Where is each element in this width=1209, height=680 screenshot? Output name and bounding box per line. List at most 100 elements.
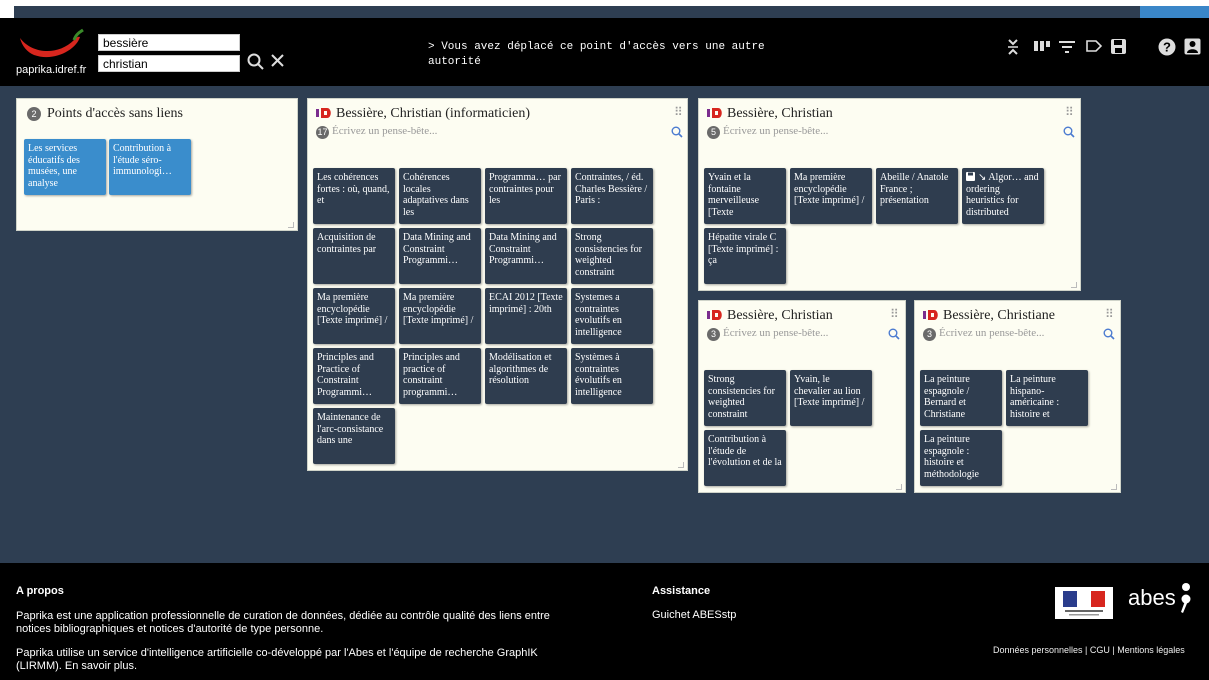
resize-handle[interactable] [1071, 282, 1077, 288]
user-icon[interactable] [1184, 38, 1202, 56]
record-card[interactable]: Strong consistencies for weighted constr… [571, 228, 653, 284]
record-card[interactable]: Systèmes à contraintes évolutifs en inte… [571, 348, 653, 404]
about-text-ai[interactable]: Paprika utilise un service d'intelligenc… [16, 647, 576, 673]
resize-handle[interactable] [288, 222, 294, 228]
guichet-link[interactable]: Guichet ABESstp [652, 609, 736, 622]
record-card[interactable]: Cohérences locales adaptatives dans les [399, 168, 481, 224]
record-card[interactable]: La peinture espagnole : histoire et méth… [920, 430, 1002, 486]
record-card[interactable]: Les cohérences fortes : où, quand, et [313, 168, 395, 224]
label-icon[interactable] [1085, 38, 1103, 56]
help-icon[interactable]: ? [1158, 38, 1176, 56]
record-card[interactable]: Data Mining and Constraint Programmi… [485, 228, 567, 284]
zoom-icon[interactable] [888, 327, 900, 345]
filter-icon[interactable] [1058, 38, 1076, 56]
drag-handle-icon[interactable]: ⠿ [1105, 307, 1114, 321]
record-card[interactable]: Yvain, le chevalier au lion [Texte impri… [790, 370, 872, 426]
panel-title-text: Bessière, Christian [727, 106, 833, 121]
abes-logo: abes [1128, 581, 1193, 615]
clear-icon[interactable] [270, 53, 285, 73]
record-card[interactable]: Strong consistencies for weighted constr… [704, 370, 786, 426]
abes-logo-text: abes [1128, 585, 1176, 610]
save-icon [966, 172, 975, 181]
record-card[interactable]: Ma première encyclopédie [Texte imprimé]… [399, 288, 481, 344]
count-badge: 5 [707, 126, 720, 139]
save-icon[interactable] [1110, 38, 1128, 56]
footer: A propos Paprika est une application pro… [0, 563, 1209, 680]
record-card[interactable]: La peinture espagnole / Bernard et Chris… [920, 370, 1002, 426]
unlinked-card[interactable]: Les services éducatifs des musées, une a… [24, 139, 106, 195]
panel-title-text: Bessière, Christian (informaticien) [336, 106, 530, 121]
record-card[interactable]: Principles and Practice of Constraint Pr… [313, 348, 395, 404]
record-card[interactable]: Modélisation et algorithmes de résolutio… [485, 348, 567, 404]
resize-handle[interactable] [1111, 484, 1117, 490]
count-badge: 17 [316, 126, 329, 139]
count-badge: 3 [707, 328, 720, 341]
record-card[interactable]: Abeille / Anatole France ; présentation [876, 168, 958, 224]
columns-icon[interactable] [1033, 38, 1051, 56]
authority-panel-3: Bessière, Christian ⠿ 3 Écrivez un pense… [698, 300, 906, 493]
status-message: > Vous avez déplacé ce point d'accès ver… [428, 41, 765, 68]
record-card[interactable]: Ma première encyclopédie [Texte imprimé]… [790, 168, 872, 224]
resize-handle[interactable] [896, 484, 902, 490]
brand-label: paprika.idref.fr [16, 64, 87, 76]
panel-title-text: Bessière, Christiane [943, 308, 1055, 323]
record-card[interactable]: Acquisition de contraintes par [313, 228, 395, 284]
record-card[interactable]: Data Mining and Constraint Programmi… [399, 228, 481, 284]
idref-icon [923, 310, 938, 320]
resize-handle[interactable] [678, 462, 684, 468]
unlinked-panel: 2 Points d'accès sans liens Les services… [16, 98, 298, 231]
idref-icon [316, 108, 331, 118]
record-card[interactable]: Programma… par contraintes pour les [485, 168, 567, 224]
unlinked-title: Points d'accès sans liens [47, 106, 183, 121]
note-input[interactable]: Écrivez un pense-bête... [723, 327, 828, 339]
top-strip-line [14, 6, 1195, 18]
record-card[interactable]: Maintenance de l'arc-consistance dans un… [313, 408, 395, 464]
lastname-input[interactable] [98, 34, 240, 51]
chili-icon [20, 28, 84, 58]
legal-links[interactable]: Données personnelles | CGU | Mentions lé… [993, 645, 1185, 655]
record-card[interactable]: La peinture hispano-américaine : histoir… [1006, 370, 1088, 426]
authority-panel-2: Bessière, Christian ⠿ 5 Écrivez un pense… [698, 98, 1081, 291]
top-strip-accent [1140, 6, 1209, 18]
panel-title: Bessière, Christiane [923, 308, 1055, 324]
note-input[interactable]: Écrivez un pense-bête... [939, 327, 1044, 339]
record-card[interactable]: Yvain et la fontaine merveilleuse [Texte [704, 168, 786, 224]
zoom-icon[interactable] [1103, 327, 1115, 345]
record-card[interactable]: Ma première encyclopédie [Texte imprimé]… [313, 288, 395, 344]
about-text: Paprika est une application professionne… [16, 610, 550, 635]
record-card[interactable]: Systemes a contraintes evolutifs en inte… [571, 288, 653, 344]
panel-title-text: Bessière, Christian [727, 308, 833, 323]
record-card-text: ↘ Algor… and ordering heuristics for dis… [966, 172, 1039, 218]
record-card-flagged[interactable]: ↘ Algor… and ordering heuristics for dis… [962, 168, 1044, 224]
record-card[interactable]: ECAI 2012 [Texte imprimé] : 20th [485, 288, 567, 344]
assistance-title: Assistance [652, 585, 711, 597]
zoom-icon[interactable] [671, 125, 683, 143]
svg-text:?: ? [1163, 40, 1171, 55]
about-title: A propos [16, 585, 64, 597]
top-strip [0, 0, 1209, 18]
drag-handle-icon[interactable]: ⠿ [674, 105, 683, 119]
firstname-input[interactable] [98, 55, 240, 72]
collapse-icon[interactable] [1006, 38, 1024, 56]
paprika-logo[interactable]: paprika.idref.fr [14, 28, 89, 78]
record-card[interactable]: Contribution à l'étude de l'évolution et… [704, 430, 786, 486]
idref-icon [707, 108, 722, 118]
unlinked-card[interactable]: Contribution à l'étude séro-immunologi… [109, 139, 191, 195]
search-icon[interactable] [247, 53, 264, 75]
panel-title: Bessière, Christian (informaticien) [316, 106, 530, 122]
idref-icon [707, 310, 722, 320]
record-card[interactable]: Contraintes, / éd. Charles Bessière / Pa… [571, 168, 653, 224]
count-badge: 3 [923, 328, 936, 341]
panel-title: Bessière, Christian [707, 308, 833, 324]
zoom-icon[interactable] [1063, 125, 1075, 143]
header: paprika.idref.fr > Vous avez déplacé ce … [0, 18, 1209, 86]
drag-handle-icon[interactable]: ⠿ [1065, 105, 1074, 119]
republique-francaise-logo [1055, 587, 1113, 619]
authority-panel-4: Bessière, Christiane ⠿ 3 Écrivez un pens… [914, 300, 1121, 493]
note-input[interactable]: Écrivez un pense-bête... [332, 125, 437, 137]
authority-panel-1: Bessière, Christian (informaticien) ⠿ 17… [307, 98, 688, 471]
record-card[interactable]: Principles and practice of constraint pr… [399, 348, 481, 404]
drag-handle-icon[interactable]: ⠿ [890, 307, 899, 321]
note-input[interactable]: Écrivez un pense-bête... [723, 125, 828, 137]
record-card[interactable]: Hépatite virale C [Texte imprimé] : ça [704, 228, 786, 284]
